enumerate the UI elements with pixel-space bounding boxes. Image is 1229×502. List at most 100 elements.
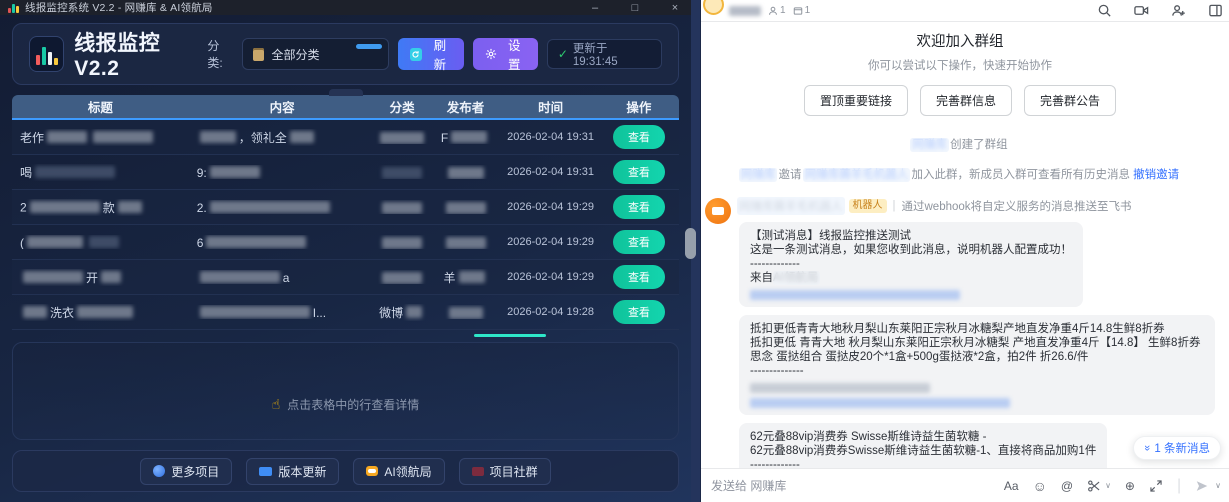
system-message-created: 网赚库 创建了群组 — [705, 136, 1215, 152]
minimize-button[interactable]: – — [587, 2, 603, 14]
category-select[interactable]: 全部分类 — [242, 38, 388, 70]
hint-text: 点击表格中的行查看详情 — [287, 396, 419, 413]
more-projects-button[interactable]: 更多项目 — [140, 458, 232, 485]
footer-links: 更多项目 版本更新 AI领航局 项目社群 — [12, 450, 679, 492]
maximize-button[interactable]: □ — [627, 2, 643, 14]
community-button[interactable]: 项目社群 — [459, 458, 551, 485]
view-button[interactable]: 查看 — [613, 265, 665, 289]
new-message-badge[interactable]: » 1 条新消息 — [1133, 436, 1221, 460]
settings-button[interactable]: 设置 — [473, 38, 538, 70]
group-avatar[interactable] — [703, 0, 724, 15]
mention-icon[interactable]: @ — [1061, 479, 1073, 493]
text-format-icon[interactable]: Aa — [1004, 479, 1019, 493]
robot-icon — [366, 466, 378, 476]
member-count-badge: 1 — [768, 5, 786, 16]
dropdown-indicator — [356, 44, 382, 49]
window-icon — [793, 6, 803, 16]
bot-badge: 机器人 — [849, 199, 887, 213]
version-update-button[interactable]: 版本更新 — [246, 458, 339, 485]
table-row[interactable]: 洗衣 I... 微博 2026-02-04 19:28 查看 — [12, 295, 679, 330]
column-content: 内容 — [189, 97, 376, 116]
redacted-text — [750, 383, 930, 393]
refresh-icon — [410, 48, 422, 61]
welcome-actions: 置顶重要链接 完善群信息 完善群公告 — [705, 85, 1215, 116]
row-time: 2026-02-04 19:28 — [502, 306, 599, 318]
detail-hint: ☝ 点击表格中的行查看详情 — [272, 369, 420, 439]
edit-announcement-button[interactable]: 完善群公告 — [1024, 85, 1116, 116]
invitee-link[interactable]: 网赚库薅羊毛机器人 — [805, 169, 909, 181]
column-action: 操作 — [599, 97, 679, 116]
chat-header: 1 1 — [701, 0, 1229, 22]
ai-hub-button[interactable]: AI领航局 — [353, 458, 444, 485]
bot-message-group: 网赚库薅羊毛机器人 机器人 | 通过webhook将自定义服务的消息推送至飞书 … — [705, 198, 1215, 468]
app-body: 线报监控 V2.2 分类: 全部分类 刷新 设置 — [0, 15, 691, 502]
view-button[interactable]: 查看 — [613, 125, 665, 149]
video-call-icon[interactable] — [1134, 3, 1149, 18]
plus-icon[interactable]: ⊕ — [1125, 479, 1135, 493]
inviter-link[interactable]: 网赚库 — [741, 169, 776, 181]
table-row[interactable]: ( 6 2026-02-04 19:29 查看 — [12, 225, 679, 260]
row-time: 2026-02-04 19:29 — [502, 201, 599, 213]
send-icon[interactable] — [1195, 479, 1209, 493]
row-time: 2026-02-04 19:29 — [502, 271, 599, 283]
person-icon — [768, 6, 778, 16]
desktop: 线报监控系统 V2.2 - 网赚库 & AI领航局 – □ × 线报监控 V2.… — [0, 0, 1229, 502]
message-bubble[interactable]: 【测试消息】线报监控推送测试 这是一条测试消息，如果您收到此消息，说明机器人配置… — [739, 222, 1083, 307]
check-icon: ✓ — [558, 47, 568, 61]
table-row[interactable]: 喝 9: 2026-02-04 19:31 查看 — [12, 155, 679, 190]
pin-link-button[interactable]: 置顶重要链接 — [804, 85, 908, 116]
detail-panel: ☝ 点击表格中的行查看详情 — [12, 342, 679, 440]
edit-group-info-button[interactable]: 完善群信息 — [920, 85, 1012, 116]
add-member-icon[interactable] — [1171, 3, 1186, 18]
monitor-icon — [259, 467, 272, 476]
chat-window: 1 1 欢迎加入群组 你可以尝试以下操作，快速开始协作 — [691, 0, 1229, 502]
report-table: 标题 内容 分类 发布者 时间 操作 老作 ，领礼全 F 2026-02-04 … — [12, 95, 679, 330]
window-title: 线报监控系统 V2.2 - 网赚库 & AI领航局 — [25, 0, 213, 15]
chevron-down-icon[interactable]: ∨ — [1105, 481, 1111, 490]
view-button[interactable]: 查看 — [613, 300, 665, 324]
expand-icon[interactable] — [1149, 479, 1163, 493]
view-button[interactable]: 查看 — [613, 195, 665, 219]
table-row[interactable]: 老作 ，领礼全 F 2026-02-04 19:31 查看 — [12, 120, 679, 155]
table-row[interactable]: 开 a 羊 2026-02-04 19:29 查看 — [12, 260, 679, 295]
welcome-card: 欢迎加入群组 你可以尝试以下操作，快速开始协作 置顶重要链接 完善群信息 完善群… — [705, 30, 1215, 116]
close-button[interactable]: × — [667, 2, 683, 14]
system-message-invite: 网赚库 邀请 网赚库薅羊毛机器人 加入此群，新成员入群可查看所有历史消息 撤销邀… — [705, 166, 1215, 182]
message-bubble[interactable]: 62元叠88vip消费券 Swisse斯维诗益生菌软糖 - 62元叠88vip消… — [739, 423, 1107, 468]
row-time: 2026-02-04 19:31 — [502, 166, 599, 178]
app-header: 线报监控 V2.2 分类: 全部分类 刷新 设置 — [12, 23, 679, 85]
message-list[interactable]: 欢迎加入群组 你可以尝试以下操作，快速开始协作 置顶重要链接 完善群信息 完善群… — [701, 22, 1229, 468]
row-time: 2026-02-04 19:29 — [502, 236, 599, 248]
send-options-chevron-icon[interactable]: ∨ — [1215, 481, 1221, 490]
chat-panel: 1 1 欢迎加入群组 你可以尝试以下操作，快速开始协作 — [701, 0, 1229, 502]
last-updated-text: 更新于 19:31:45 — [573, 40, 651, 68]
column-publisher: 发布者 — [429, 97, 502, 116]
scrollbar-thumb[interactable] — [685, 228, 696, 259]
view-button[interactable]: 查看 — [613, 160, 665, 184]
row-time: 2026-02-04 19:31 — [502, 131, 599, 143]
open-panel-icon[interactable] — [1208, 3, 1223, 18]
creator-link[interactable]: 网赚库 — [912, 139, 947, 151]
bot-description: 通过webhook将自定义服务的消息推送至飞书 — [902, 198, 1132, 214]
refresh-button[interactable]: 刷新 — [398, 38, 464, 70]
pointing-hand-icon: ☝ — [272, 396, 281, 413]
redacted-link — [750, 290, 960, 300]
double-chevron-down-icon: » — [1141, 445, 1153, 451]
list-icon — [253, 48, 264, 61]
emoji-icon[interactable]: ☺ — [1033, 478, 1047, 494]
screenshot-scissors-icon[interactable] — [1087, 479, 1101, 493]
message-input-bar: 发送给 网赚库 Aa ☺ @ ∨ ⊕ | ∨ — [701, 468, 1229, 502]
bot-avatar[interactable] — [705, 198, 731, 224]
monitor-app-window: 线报监控系统 V2.2 - 网赚库 & AI领航局 – □ × 线报监控 V2.… — [0, 0, 691, 502]
view-button[interactable]: 查看 — [613, 230, 665, 254]
app-icon — [8, 3, 19, 13]
search-icon[interactable] — [1097, 3, 1112, 18]
revoke-invite-link[interactable]: 撤销邀请 — [1133, 169, 1179, 181]
message-bubble[interactable]: 抵扣更低青青大地秋月梨山东莱阳正宗秋月冰糖梨产地直发净重4斤14.8生鲜8折券 … — [739, 315, 1215, 415]
group-name-redacted — [729, 6, 761, 16]
message-input[interactable]: 发送给 网赚库 — [711, 477, 1004, 494]
message-source: 来自AI领航局 — [750, 272, 818, 284]
welcome-title: 欢迎加入群组 — [705, 30, 1215, 51]
table-row[interactable]: 2款 2. 2026-02-04 19:29 查看 — [12, 190, 679, 225]
window-titlebar: 线报监控系统 V2.2 - 网赚库 & AI领航局 – □ × — [0, 0, 691, 15]
